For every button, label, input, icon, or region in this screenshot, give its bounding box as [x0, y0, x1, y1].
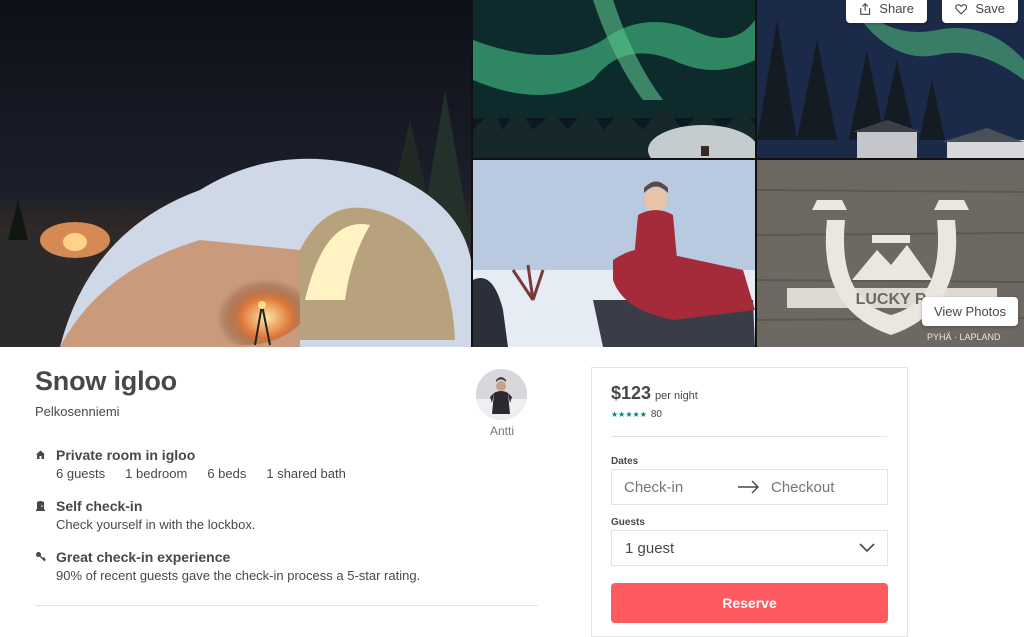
host-name[interactable]: Antti [476, 424, 528, 438]
gallery-photo-guest[interactable] [473, 160, 755, 347]
review-count[interactable]: 80 [651, 409, 662, 420]
booking-card: $123 per night ★★★★★ 80 Dates Check-in C… [591, 367, 908, 637]
listing-title: Snow igloo [35, 366, 177, 396]
save-label: Save [975, 1, 1005, 16]
reserve-button[interactable]: Reserve [611, 583, 888, 623]
checkin-field[interactable]: Check-in [624, 479, 683, 496]
room-specs: 6 guests 1 bedroom 6 beds 1 shared bath [56, 466, 366, 481]
view-photos-button[interactable]: View Photos [922, 297, 1018, 326]
heart-icon [955, 3, 968, 15]
chevron-down-icon [859, 543, 875, 553]
guests-value: 1 guest [625, 539, 675, 557]
gallery-photo-cabins[interactable] [757, 0, 1024, 158]
self-checkin-title: Self check-in [56, 498, 143, 514]
rating-stars: ★★★★★ [611, 410, 647, 419]
listing-location[interactable]: Pelkosenniemi [35, 404, 120, 419]
nightly-price: $123 [611, 383, 652, 403]
share-icon [860, 2, 871, 15]
checkin-experience-title: Great check-in experience [56, 549, 231, 565]
arrow-right-icon [738, 480, 759, 494]
guests-label: Guests [611, 517, 645, 528]
spec-baths: 1 shared bath [266, 466, 346, 481]
guests-select[interactable]: 1 guest [611, 530, 888, 566]
self-checkin-subtitle: Check yourself in with the lockbox. [56, 517, 256, 532]
home-icon [36, 450, 45, 459]
share-label: Share [879, 1, 914, 16]
spec-beds: 6 beds [207, 466, 247, 481]
svg-text:PYHÄ · LAPLAND: PYHÄ · LAPLAND [927, 332, 1001, 342]
gallery-photo-main[interactable] [0, 0, 471, 347]
photo-gallery: LUCKY R PYHÄ · LAPLAND Share Save View P… [0, 0, 1024, 347]
section-divider [35, 605, 538, 606]
save-button[interactable]: Save [942, 0, 1018, 23]
share-button[interactable]: Share [846, 0, 927, 23]
card-divider [611, 436, 887, 437]
key-icon [36, 552, 46, 562]
dates-picker[interactable]: Check-in Checkout [611, 469, 888, 505]
rating-row[interactable]: ★★★★★ 80 [611, 409, 662, 420]
spec-bedrooms: 1 bedroom [125, 466, 188, 481]
room-type-title: Private room in igloo [56, 447, 196, 463]
price-unit: per night [655, 390, 698, 402]
gallery-photo-aurora[interactable] [473, 0, 755, 158]
price-row: $123 per night [611, 383, 698, 404]
checkout-field[interactable]: Checkout [771, 479, 834, 496]
checkin-experience-subtitle: 90% of recent guests gave the check-in p… [56, 568, 421, 583]
host-avatar[interactable] [476, 369, 527, 420]
host-profile[interactable]: Antti [476, 369, 528, 438]
spec-guests: 6 guests [56, 466, 106, 481]
door-icon [36, 501, 45, 511]
svg-text:LUCKY R: LUCKY R [856, 291, 927, 308]
dates-label: Dates [611, 456, 639, 467]
